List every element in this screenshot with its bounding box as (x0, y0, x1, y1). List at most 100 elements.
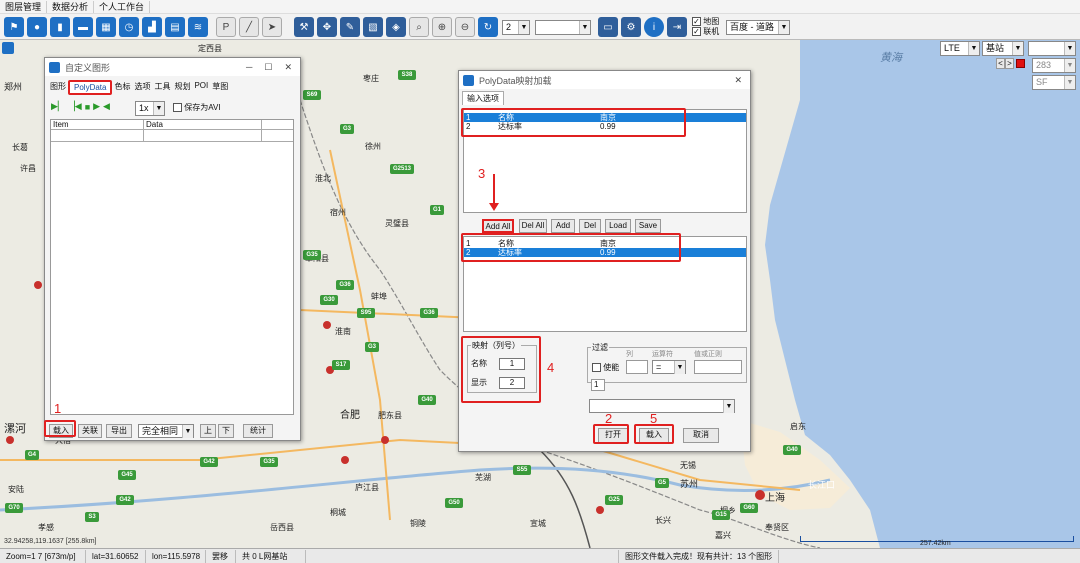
list-item[interactable]: 1 名称 南京 (464, 113, 746, 122)
settings-icon[interactable]: ⚙ (621, 17, 641, 37)
tab-shape[interactable]: 图形 (48, 80, 68, 95)
layer-type-select[interactable]: 基站 ▼ (982, 41, 1024, 56)
link-button[interactable]: 关联 (78, 424, 102, 438)
filter-value-input[interactable] (694, 360, 742, 374)
speed-select[interactable]: 1x ▼ (135, 101, 165, 116)
col-item[interactable]: Item (51, 120, 144, 129)
bus-icon[interactable]: ▬ (73, 17, 93, 37)
source-list[interactable]: 1 名称 南京 2 达标率 0.99 (463, 109, 747, 213)
filter-col-input[interactable] (626, 360, 648, 374)
extra-select[interactable]: ▼ (1028, 41, 1076, 56)
rewind-icon[interactable]: ◀ (103, 101, 110, 112)
tab-sketch[interactable]: 草图 (210, 80, 230, 95)
play-icon[interactable]: ▶ (93, 101, 100, 112)
zoom-level-select[interactable]: 2 ▼ (502, 20, 530, 35)
target-list[interactable]: 1 名称 南京 2 达标率 0.99 (463, 236, 747, 332)
tab-polydata[interactable]: PolyData (68, 80, 113, 95)
load-mapping-button[interactable]: 载入 (639, 428, 669, 443)
network-select[interactable]: LTE ▼ (940, 41, 980, 56)
del-button[interactable]: Del (579, 219, 601, 233)
refresh-icon[interactable]: ↻ (478, 17, 498, 37)
ruler-icon[interactable]: ╱ (239, 17, 259, 37)
tab-options[interactable]: 选项 (132, 80, 152, 95)
sf-select[interactable]: SF ▼ (1032, 75, 1076, 90)
move-up-button[interactable]: 上 (200, 424, 216, 438)
tab-input-options[interactable]: 输入选项 (462, 91, 504, 105)
stats-button[interactable]: 统计 (243, 424, 273, 438)
map-checkbox[interactable]: ✓ 地图 (692, 17, 719, 27)
status-zoom: Zoom=1 7 [673m/p] (0, 549, 86, 563)
table-icon[interactable]: ▤ (165, 17, 185, 37)
list-item[interactable]: 2 达标率 0.99 (464, 122, 746, 131)
move-down-button[interactable]: 下 (218, 424, 234, 438)
col-data[interactable]: Data (144, 120, 262, 129)
list-item[interactable]: 2 达标率 0.99 (464, 248, 746, 257)
poi-icon[interactable]: P (216, 17, 236, 37)
map-icon[interactable]: ▧ (363, 17, 383, 37)
drill-icon[interactable]: ⚒ (294, 17, 314, 37)
tab-plan[interactable]: 规划 (172, 80, 192, 95)
save-avi-checkbox[interactable]: 保存为AVI (173, 102, 221, 113)
menu-layer-manage[interactable]: 图层管理 (0, 0, 48, 13)
load-button[interactable]: 载入 (49, 424, 73, 438)
cancel-button[interactable]: 取消 (683, 428, 719, 443)
mapping-name-input[interactable]: 1 (499, 358, 525, 370)
road-badge: G35 (303, 250, 321, 260)
data-table[interactable]: Item Data (50, 119, 294, 415)
print-icon[interactable]: ▭ (598, 17, 618, 37)
map-label-city: 嘉兴 (715, 531, 731, 540)
filter-num-input[interactable]: 1 (591, 379, 605, 391)
table-row[interactable] (51, 130, 293, 142)
close-icon[interactable]: ✕ (284, 62, 292, 73)
location-pin-icon[interactable]: ● (27, 17, 47, 37)
del-all-button[interactable]: Del All (519, 219, 547, 233)
filter-op-select[interactable]: = ▼ (652, 360, 686, 374)
grid-icon[interactable]: ▦ (96, 17, 116, 37)
nav-prev-button[interactable]: < (996, 58, 1005, 69)
stop-icon[interactable]: ■ (85, 102, 90, 112)
clock-icon[interactable]: ◷ (119, 17, 139, 37)
window-titlebar[interactable]: PolyData映射加载 ✕ (459, 71, 750, 89)
basemap-select[interactable]: 百度 - 道路 ▼ (726, 20, 790, 35)
menu-data-analysis[interactable]: 数据分析 (47, 0, 95, 13)
add-all-button[interactable]: Add All (482, 219, 514, 233)
online-checkbox[interactable]: ✓ 联机 (692, 27, 719, 37)
color-swatch[interactable] (1016, 59, 1025, 68)
mapping-show-input[interactable]: 2 (499, 377, 525, 389)
zoom-in-icon[interactable]: ⊕ (432, 17, 452, 37)
nav-next-button[interactable]: > (1005, 58, 1014, 69)
cube-icon[interactable]: ◈ (386, 17, 406, 37)
filter-enable-checkbox[interactable]: 使能 (592, 362, 619, 373)
magnifier-icon[interactable]: ⌕ (409, 17, 429, 37)
save-list-button[interactable]: Save (635, 219, 661, 233)
load-list-button[interactable]: Load (605, 219, 631, 233)
skip-back-icon[interactable]: ▕◀ (68, 101, 82, 112)
exit-icon[interactable]: ⇥ (667, 17, 687, 37)
info-icon[interactable]: i (644, 17, 664, 37)
add-button[interactable]: Add (551, 219, 575, 233)
match-select[interactable]: 完全相同 ▼ (138, 424, 194, 438)
chart-icon[interactable]: ▟ (142, 17, 162, 37)
skip-start-icon[interactable]: ▶▏ (51, 101, 65, 112)
close-icon[interactable]: ✕ (734, 75, 750, 86)
tab-color[interactable]: 色标 (112, 80, 132, 95)
road-badge: G36 (420, 308, 438, 318)
tab-poi[interactable]: POI (192, 80, 210, 95)
zoom-out-icon[interactable]: ⊖ (455, 17, 475, 37)
minimize-icon[interactable]: ─ (246, 62, 252, 73)
id-select[interactable]: 283 ▼ (1032, 58, 1076, 73)
window-titlebar[interactable]: 自定义图形 ─ ☐ ✕ (45, 58, 300, 76)
antenna-icon[interactable]: ⚑ (4, 17, 24, 37)
arrow-cursor-icon[interactable]: ➤ (262, 17, 282, 37)
phone-icon[interactable]: ▮ (50, 17, 70, 37)
menu-workbench[interactable]: 个人工作台 (94, 0, 151, 13)
wifi-icon[interactable]: ≋ (188, 17, 208, 37)
move-icon[interactable]: ✥ (317, 17, 337, 37)
maximize-icon[interactable]: ☐ (264, 62, 272, 73)
tab-tools[interactable]: 工具 (152, 80, 172, 95)
layer-select[interactable]: ▼ (535, 20, 591, 35)
pencil-icon[interactable]: ✎ (340, 17, 360, 37)
list-item[interactable]: 1 名称 南京 (464, 239, 746, 248)
export-button[interactable]: 导出 (106, 424, 132, 438)
open-button[interactable]: 打开 (598, 428, 628, 443)
